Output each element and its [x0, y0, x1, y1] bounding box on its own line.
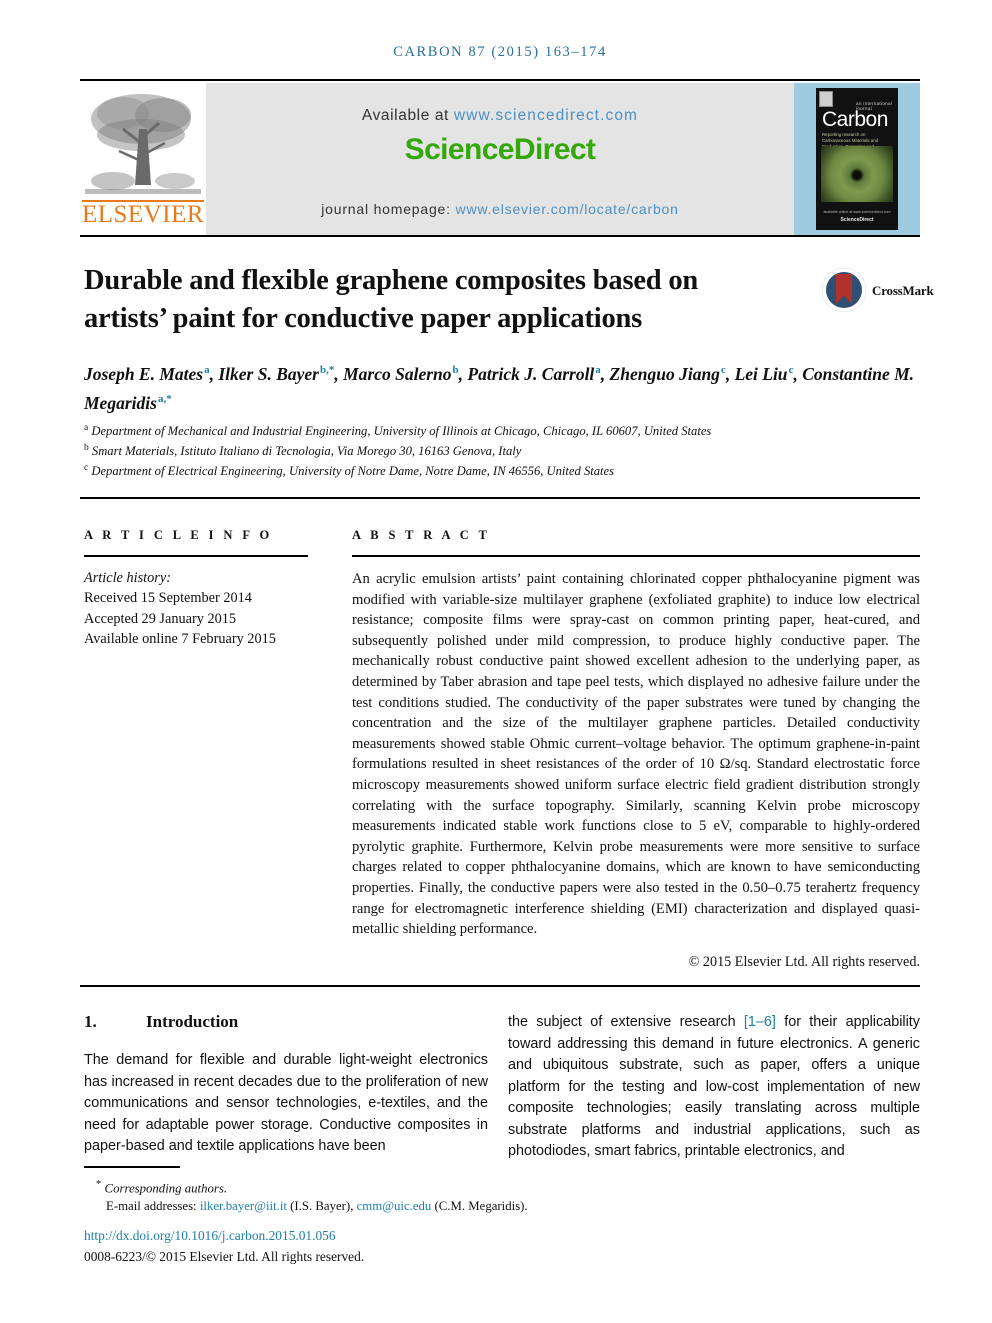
- issn-copyright-line: 0008-6223/© 2015 Elsevier Ltd. All right…: [84, 1249, 365, 1264]
- article-available-online-date: Available online 7 February 2015: [84, 631, 276, 648]
- corresponding-author-text: Corresponding authors.: [104, 1181, 228, 1196]
- affiliation-item: b Smart Materials, Istituto Italiano di …: [84, 440, 920, 460]
- affiliation-item: c Department of Electrical Engineering, …: [84, 460, 920, 480]
- journal-cover-thumbnail[interactable]: an international journal Carbon Reportin…: [794, 83, 920, 235]
- info-section-top-rule: [80, 497, 920, 499]
- introduction-heading: 1. Introduction: [84, 1012, 488, 1032]
- email-addresses-note: E-mail addresses: ilker.bayer@iit.it (I.…: [84, 1198, 554, 1215]
- author-marks: b: [452, 364, 459, 376]
- header-rule: [80, 79, 920, 81]
- banner-bottom-rule: [80, 235, 920, 237]
- running-head: CARBON 87 (2015) 163–174: [80, 44, 920, 61]
- email-addresses-label: E-mail addresses:: [106, 1198, 197, 1213]
- author-name: Zhenguo Jiang: [609, 363, 720, 384]
- running-head-text: CARBON 87 (2015) 163–174: [393, 44, 607, 60]
- footnote-rule: [84, 1166, 180, 1168]
- abstract-column: A B S T R A C T An acrylic emulsion arti…: [352, 528, 920, 971]
- sciencedirect-wordmark: ScienceDirect: [404, 133, 596, 166]
- cover-artwork: an international journal Carbon Reportin…: [816, 88, 898, 230]
- crossmark-label: CrossMark: [872, 283, 934, 298]
- crossmark-ribbon-icon: [836, 274, 852, 304]
- author-marks: b,*: [319, 364, 335, 376]
- introduction-left-column: 1. Introduction The demand for flexible a…: [84, 1012, 488, 1158]
- journal-homepage-line: journal homepage: www.elsevier.com/locat…: [206, 201, 794, 217]
- journal-banner: ELSEVIER Available at www.sciencedirect.…: [80, 83, 920, 235]
- footnote-block: * Corresponding authors. E-mail addresse…: [84, 1176, 554, 1215]
- affiliation-text: Smart Materials, Istituto Italiano di Te…: [91, 443, 522, 458]
- available-at-line: Available at www.sciencedirect.com: [206, 107, 794, 125]
- available-at-label: Available at: [361, 107, 449, 124]
- author-name: Ilker S. Bayer: [218, 363, 319, 384]
- elsevier-tree-icon: [85, 94, 201, 194]
- corresponding-author-mark: *: [96, 1179, 102, 1190]
- author-marks: a: [204, 364, 210, 376]
- affiliation-list: a Department of Mechanical and Industria…: [84, 420, 920, 479]
- author-list: Joseph E. Matesa, Ilker S. Bayerb,*, Mar…: [84, 363, 915, 413]
- doi-link[interactable]: http://dx.doi.org/10.1016/j.carbon.2015.…: [84, 1228, 336, 1244]
- sciencedirect-url-link[interactable]: www.sciencedirect.com: [454, 107, 638, 124]
- cover-image: [821, 146, 893, 202]
- affiliation-mark: c: [84, 462, 89, 473]
- abstract-text: An acrylic emulsion artists’ paint conta…: [352, 571, 920, 938]
- article-history-label: Article history:: [84, 570, 171, 586]
- cover-stamp-icon: [819, 91, 833, 107]
- abstract-heading: A B S T R A C T: [352, 528, 491, 542]
- section-number: 1.: [84, 1012, 97, 1031]
- author-marks: c: [788, 364, 794, 376]
- article-history-block: Article history: Received 15 September 2…: [84, 568, 308, 650]
- cover-footer-url: available online at www.sciencedirect.co…: [823, 210, 891, 214]
- cover-footer-brand: ScienceDirect: [840, 217, 874, 223]
- section-title: Introduction: [146, 1012, 239, 1031]
- author-name: Lei Liu: [734, 363, 788, 384]
- abstract-bottom-rule: [80, 985, 920, 987]
- page-title: Durable and flexible graphene composites…: [84, 265, 699, 334]
- article-info-heading: A R T I C L E I N F O: [84, 528, 273, 542]
- introduction-right-column: the subject of extensive research [1–6] …: [508, 1012, 920, 1163]
- affiliation-text: Department of Mechanical and Industrial …: [91, 424, 712, 439]
- elsevier-wordmark: ELSEVIER: [81, 201, 205, 228]
- article-received-date: Received 15 September 2014: [84, 590, 252, 607]
- crossmark-badge[interactable]: CrossMark: [822, 268, 934, 314]
- journal-homepage-link[interactable]: www.elsevier.com/locate/carbon: [456, 201, 679, 217]
- affiliation-item: a Department of Mechanical and Industria…: [84, 420, 920, 440]
- cover-title: Carbon: [822, 108, 888, 131]
- affiliation-text: Department of Electrical Engineering, Un…: [91, 463, 615, 478]
- corresponding-author-note: * Corresponding authors.: [84, 1176, 554, 1198]
- email-link-bayer[interactable]: ilker.bayer@iit.it: [200, 1199, 287, 1213]
- author-name: Patrick J. Carroll: [467, 363, 595, 384]
- paper-page: CARBON 87 (2015) 163–174 ELSEVIER Availa…: [0, 0, 992, 1323]
- author-name: Marco Salerno: [343, 363, 452, 384]
- author-marks: c: [720, 364, 726, 376]
- intro-right-text-part2: for their applicability toward addressin…: [508, 1014, 920, 1159]
- copyright-notice: © 2015 Elsevier Ltd. All rights reserved…: [688, 953, 920, 970]
- affiliation-mark: a: [84, 423, 89, 433]
- author-marks: a,*: [157, 392, 172, 405]
- citation-reference-link[interactable]: [1–6]: [744, 1014, 776, 1030]
- article-accepted-date: Accepted 29 January 2015: [84, 610, 237, 627]
- intro-right-text-part1: the subject of extensive research: [508, 1014, 744, 1030]
- introduction-paragraph-right: the subject of extensive research [1–6] …: [508, 1012, 920, 1163]
- elsevier-logo: ELSEVIER: [80, 83, 206, 235]
- crossmark-circle-icon: [822, 268, 866, 312]
- email-owner-megaridis: (C.M. Megaridis).: [434, 1198, 528, 1213]
- email-link-megaridis[interactable]: cmm@uic.edu: [357, 1199, 432, 1213]
- article-info-rule: [84, 555, 308, 557]
- email-owner-bayer: (I.S. Bayer),: [290, 1198, 354, 1213]
- article-info-column: A R T I C L E I N F O Article history: R…: [84, 528, 308, 650]
- affiliation-mark: b: [84, 442, 89, 453]
- abstract-rule: [352, 555, 920, 557]
- journal-homepage-label: journal homepage:: [321, 201, 451, 217]
- introduction-paragraph-left: The demand for flexible and durable ligh…: [84, 1052, 488, 1154]
- author-marks: a: [595, 364, 601, 376]
- author-name: Joseph E. Mates: [84, 363, 204, 384]
- sciencedirect-panel: Available at www.sciencedirect.com Scien…: [206, 83, 794, 235]
